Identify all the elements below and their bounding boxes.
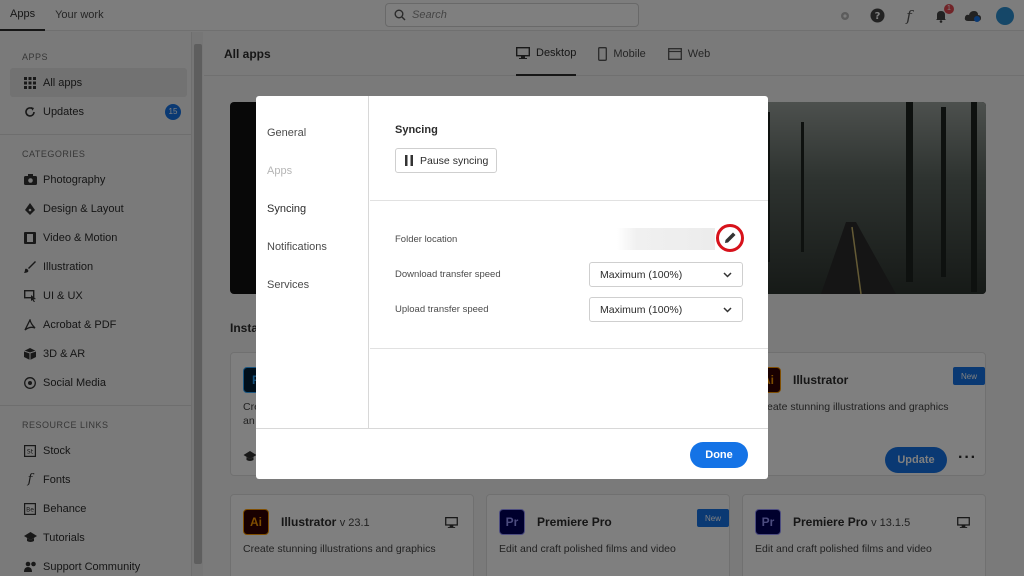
folder-location-field — [617, 228, 715, 250]
pause-syncing-button[interactable]: Pause syncing — [395, 148, 498, 173]
pause-syncing-label: Pause syncing — [420, 154, 489, 167]
pencil-icon — [725, 232, 736, 243]
pause-icon — [405, 155, 413, 166]
preferences-nav: General Apps Syncing Notifications Servi… — [256, 96, 369, 428]
nav-item-syncing[interactable]: Syncing — [256, 190, 368, 228]
chevron-down-icon — [723, 306, 732, 313]
chevron-down-icon — [723, 271, 732, 278]
preferences-dialog: General Apps Syncing Notifications Servi… — [256, 96, 768, 479]
done-button[interactable]: Done — [690, 442, 748, 468]
download-speed-select[interactable]: Maximum (100%) — [589, 262, 743, 287]
upload-speed-value: Maximum (100%) — [600, 303, 683, 316]
nav-item-services[interactable]: Services — [256, 266, 368, 304]
folder-location-label: Folder location — [395, 234, 458, 245]
nav-item-general[interactable]: General — [256, 114, 368, 152]
dialog-footer: Done — [256, 428, 768, 479]
section-title: Syncing — [395, 124, 438, 136]
nav-item-notifications[interactable]: Notifications — [256, 228, 368, 266]
edit-folder-button[interactable] — [716, 224, 744, 252]
divider — [370, 348, 768, 349]
upload-speed-label: Upload transfer speed — [395, 304, 489, 315]
download-speed-value: Maximum (100%) — [600, 268, 683, 281]
upload-speed-select[interactable]: Maximum (100%) — [589, 297, 743, 322]
download-speed-label: Download transfer speed — [395, 269, 501, 280]
nav-item-apps[interactable]: Apps — [256, 152, 368, 190]
divider — [370, 200, 768, 201]
preferences-body: Syncing Pause syncing Folder location Do… — [370, 96, 768, 428]
